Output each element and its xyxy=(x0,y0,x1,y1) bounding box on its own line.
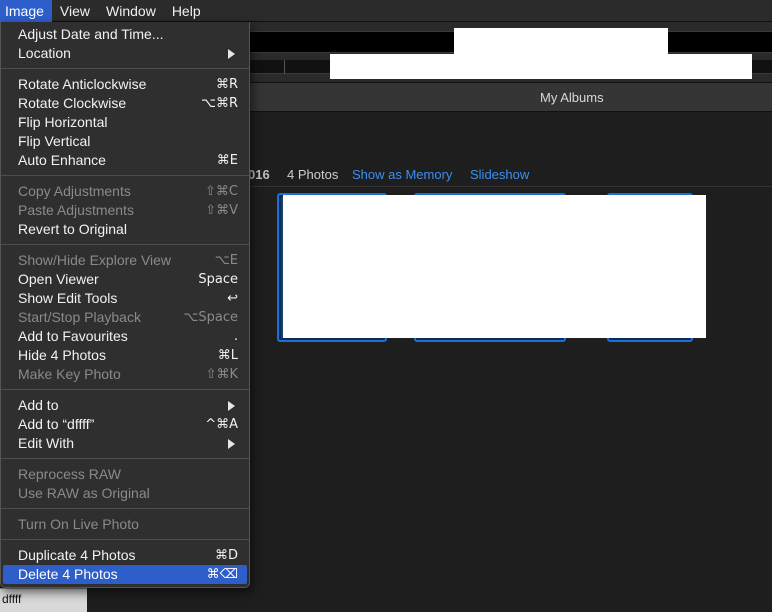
submenu-arrow-icon xyxy=(228,401,235,411)
menu-item-add-to[interactable]: Add to xyxy=(1,396,249,415)
menu-item-label: Hide 4 Photos xyxy=(18,347,106,363)
menu-item-hide-photos[interactable]: Hide 4 Photos ⌘L xyxy=(1,346,249,365)
menu-item-reprocess-raw[interactable]: Reprocess RAW xyxy=(1,465,249,484)
menu-item-label: Adjust Date and Time... xyxy=(18,26,164,42)
menu-item-label: Reprocess RAW xyxy=(18,466,121,482)
menu-item-shortcut: ⌘L xyxy=(217,348,238,363)
menu-separator xyxy=(1,239,249,251)
menu-item-flip-horizontal[interactable]: Flip Horizontal xyxy=(1,113,249,132)
menu-item-label: Make Key Photo xyxy=(18,366,121,382)
menu-item-label: Rotate Clockwise xyxy=(18,95,127,111)
menu-item-flip-vertical[interactable]: Flip Vertical xyxy=(1,132,249,151)
menubar: Image View Window Help xyxy=(0,0,772,22)
menu-separator xyxy=(1,170,249,182)
menu-item-label: Add to xyxy=(18,397,59,413)
menu-item-copy-adjustments[interactable]: Copy Adjustments ⇧⌘C xyxy=(1,182,249,201)
album-year: 016 xyxy=(248,167,270,182)
menu-item-label: Show/Hide Explore View xyxy=(18,252,172,268)
menu-item-label: Copy Adjustments xyxy=(18,183,131,199)
submenu-arrow-icon xyxy=(228,49,235,59)
menu-item-rotate-clockwise[interactable]: Rotate Clockwise ⌥⌘R xyxy=(1,94,249,113)
menu-item-paste-adjustments[interactable]: Paste Adjustments ⇧⌘V xyxy=(1,201,249,220)
menu-item-rotate-anticlockwise[interactable]: Rotate Anticlockwise ⌘R xyxy=(1,75,249,94)
image-menu-dropdown: Adjust Date and Time... Location Rotate … xyxy=(0,22,250,588)
menu-window[interactable]: Window xyxy=(98,0,164,22)
menu-item-auto-enhance[interactable]: Auto Enhance ⌘E xyxy=(1,151,249,170)
menu-separator xyxy=(1,534,249,546)
menu-item-open-viewer[interactable]: Open Viewer Space xyxy=(1,270,249,289)
menu-item-label: Delete 4 Photos xyxy=(18,566,118,582)
menu-help[interactable]: Help xyxy=(164,0,209,22)
menu-item-add-to-favourites[interactable]: Add to Favourites. xyxy=(1,327,249,346)
menu-item-duplicate-photos[interactable]: Duplicate 4 Photos ⌘D xyxy=(1,546,249,565)
menu-item-use-raw-as-original[interactable]: Use RAW as Original xyxy=(1,484,249,503)
menu-separator xyxy=(1,503,249,515)
menu-item-shortcut: ⇧⌘C xyxy=(205,184,238,199)
menu-separator xyxy=(1,384,249,396)
menu-item-playback[interactable]: Start/Stop Playback ⌥Space xyxy=(1,308,249,327)
menu-item-shortcut: ⌘R xyxy=(215,77,238,92)
menu-item-shortcut: ⌘D xyxy=(214,548,238,563)
menu-item-show-edit-tools[interactable]: Show Edit Tools ↩ xyxy=(1,289,249,308)
menu-item-label: Flip Horizontal xyxy=(18,114,108,130)
menu-item-shortcut: ⌥Space xyxy=(183,310,238,325)
menu-item-label: Auto Enhance xyxy=(18,152,106,168)
menu-item-label: Start/Stop Playback xyxy=(18,309,141,325)
menu-item-shortcut: ⇧⌘V xyxy=(205,203,238,218)
menu-item-label: Duplicate 4 Photos xyxy=(18,547,136,563)
menu-item-shortcut: ⌘⌫ xyxy=(206,567,238,582)
menu-item-shortcut: ^⌘A xyxy=(205,417,238,432)
menu-item-label: Location xyxy=(18,45,71,61)
slideshow-link[interactable]: Slideshow xyxy=(470,167,529,182)
window-title: My Albums xyxy=(540,90,604,105)
menu-item-shortcut: ⌥E xyxy=(214,253,238,268)
menu-item-label: Use RAW as Original xyxy=(18,485,150,501)
menu-item-label: Flip Vertical xyxy=(18,133,91,149)
redacted-area xyxy=(454,28,668,54)
menu-item-shortcut: Space xyxy=(198,272,238,287)
submenu-arrow-icon xyxy=(228,439,235,449)
menu-item-make-key-photo[interactable]: Make Key Photo ⇧⌘K xyxy=(1,365,249,384)
menu-item-revert-to-original[interactable]: Revert to Original xyxy=(1,220,249,239)
menu-item-shortcut: ⌥⌘R xyxy=(200,96,238,111)
menu-item-label: Add to “dffff” xyxy=(18,416,95,432)
menu-item-label: Open Viewer xyxy=(18,271,99,287)
menu-item-label: Revert to Original xyxy=(18,221,127,237)
menu-item-label: Edit With xyxy=(18,435,75,451)
menu-image[interactable]: Image xyxy=(0,0,52,22)
menu-item-shortcut: ⌘E xyxy=(216,153,238,168)
redacted-area xyxy=(283,195,706,338)
menu-item-live-photo[interactable]: Turn On Live Photo xyxy=(1,515,249,534)
menu-item-label: Add to Favourites xyxy=(18,328,128,344)
redacted-area xyxy=(330,54,752,79)
menu-item-shortcut: . xyxy=(233,329,238,344)
menu-item-label: Paste Adjustments xyxy=(18,202,134,218)
show-as-memory-link[interactable]: Show as Memory xyxy=(352,167,452,182)
menu-separator xyxy=(1,453,249,465)
menu-item-delete-photos[interactable]: Delete 4 Photos ⌘⌫ xyxy=(3,565,247,584)
menu-separator xyxy=(1,63,249,75)
menu-item-label: Show Edit Tools xyxy=(18,290,118,306)
photo-count: 4 Photos xyxy=(287,167,339,182)
menu-view[interactable]: View xyxy=(52,0,98,22)
menu-item-label: Rotate Anticlockwise xyxy=(18,76,147,92)
menu-item-label: Turn On Live Photo xyxy=(18,516,139,532)
menu-item-location[interactable]: Location xyxy=(1,44,249,63)
menu-item-edit-with[interactable]: Edit With xyxy=(1,434,249,453)
menu-item-explore-view[interactable]: Show/Hide Explore View ⌥E xyxy=(1,251,249,270)
return-key-icon: ↩ xyxy=(227,291,238,306)
status-field: dffff xyxy=(0,588,87,612)
menu-item-add-to-album[interactable]: Add to “dffff” ^⌘A xyxy=(1,415,249,434)
menu-item-shortcut: ⇧⌘K xyxy=(205,367,238,382)
menu-item-adjust-date[interactable]: Adjust Date and Time... xyxy=(1,25,249,44)
